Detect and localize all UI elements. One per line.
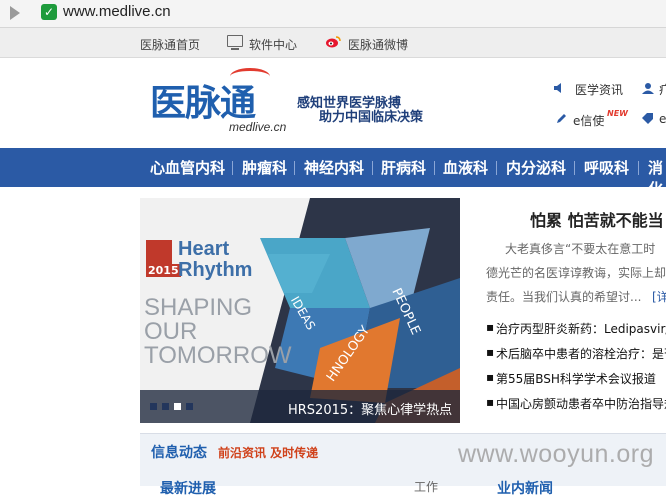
news-item[interactable]: 术后脑卒中患者的溶栓治疗：是否 [496, 345, 666, 362]
tab-industry-news[interactable]: 业内新闻 [497, 478, 553, 498]
new-badge: NEW [607, 109, 628, 118]
nav-item-oncology[interactable]: 肿瘤科 [242, 157, 287, 178]
article-body-line-2: 德光芒的名医谆谆教诲，实际上却 [486, 266, 666, 280]
hrs-logo-year: 2015 [146, 264, 181, 277]
article-more-link[interactable]: [详 [652, 288, 666, 305]
nav-item-neurology[interactable]: 神经内科 [304, 157, 364, 178]
header-link-emessenger[interactable]: e信使 [573, 112, 604, 129]
nav-separator [294, 161, 295, 175]
site-logo[interactable]: 医脉通 [150, 74, 256, 126]
nav-separator [372, 161, 373, 175]
hero-banner[interactable]: 2015 Heart Rhythm SHAPING OUR TOMORROW I… [140, 198, 460, 423]
carousel-dot-4[interactable] [186, 403, 193, 410]
pen-icon [557, 114, 566, 123]
secure-check-icon: ✓ [41, 4, 57, 20]
banner-caption[interactable]: HRS2015：聚焦心律学热点 [288, 399, 452, 418]
nav-separator [638, 161, 639, 175]
nav-item-gastro[interactable]: 消化 [648, 157, 666, 199]
article-title[interactable]: 怕累 怕苦就不能当 [530, 207, 664, 231]
nav-item-hepatology[interactable]: 肝病科 [381, 157, 426, 178]
news-item[interactable]: 治疗丙型肝炎新药：Ledipasvir/ [496, 320, 666, 337]
hrs-logo-heart: Heart [178, 238, 230, 260]
info-section-title: 信息动态 [151, 445, 207, 461]
computer-stand-icon [231, 48, 239, 50]
article-body-line-1: 大老真侈言“不要太在意工时 [505, 242, 656, 256]
weibo-link[interactable]: 医脉通微博 [348, 36, 408, 53]
url-text[interactable]: www.medlive.cn [63, 3, 171, 20]
news-bullet-icon: ▪ [486, 370, 495, 384]
banner-tomorrow: TOMORROW [144, 342, 292, 369]
tag-icon [642, 113, 653, 124]
slogan-line-2: 助力中国临床决策 [319, 110, 424, 125]
nav-separator [496, 161, 497, 175]
watermark: www.wooyun.org [458, 440, 654, 468]
nav-item-hematology[interactable]: 血液科 [443, 157, 488, 178]
carousel-dot-1[interactable] [150, 403, 157, 410]
news-bullet-icon: ▪ [486, 320, 495, 334]
nav-item-endocrinology[interactable]: 内分泌科 [506, 157, 566, 178]
nav-separator [434, 161, 435, 175]
hrs-logo-mark [146, 240, 172, 264]
nav-item-cardiology[interactable]: 心血管内科 [150, 157, 225, 178]
nav-item-respiratory[interactable]: 呼吸科 [584, 157, 629, 178]
news-bullet-icon: ▪ [486, 345, 495, 359]
news-item[interactable]: 第55届BSH科学学术会议报道 [496, 370, 656, 387]
software-center-link[interactable]: 软件中心 [249, 36, 297, 53]
header-link-4[interactable]: e [659, 112, 666, 126]
nav-separator [232, 161, 233, 175]
speaker-icon [554, 83, 561, 93]
carousel-dot-3[interactable] [174, 403, 181, 410]
logo-domain: medlive.cn [229, 120, 287, 134]
home-link[interactable]: 医脉通首页 [140, 36, 200, 53]
nav-separator [574, 161, 575, 175]
weibo-icon [326, 36, 341, 48]
person-icon [642, 83, 654, 94]
news-item[interactable]: 中国心房颤动患者卒中防治指导规 [496, 395, 666, 412]
article-body-line-3: 责任。当我们认真的希望讨... [486, 290, 642, 304]
info-section-subtitle: 前沿资讯 及时传递 [218, 446, 319, 460]
carousel-dot-2[interactable] [162, 403, 169, 410]
hrs-logo-rhythm: Rhythm [178, 259, 253, 281]
tab-latest-progress[interactable]: 最新进展 [160, 478, 216, 498]
tab-work[interactable]: 工作 [414, 478, 438, 495]
computer-icon [227, 35, 243, 47]
header-link-news[interactable]: 医学资讯 [575, 81, 623, 98]
forward-arrow-icon[interactable] [10, 6, 20, 20]
news-bullet-icon: ▪ [486, 395, 495, 409]
header-link-3[interactable]: 疒 [659, 81, 666, 98]
